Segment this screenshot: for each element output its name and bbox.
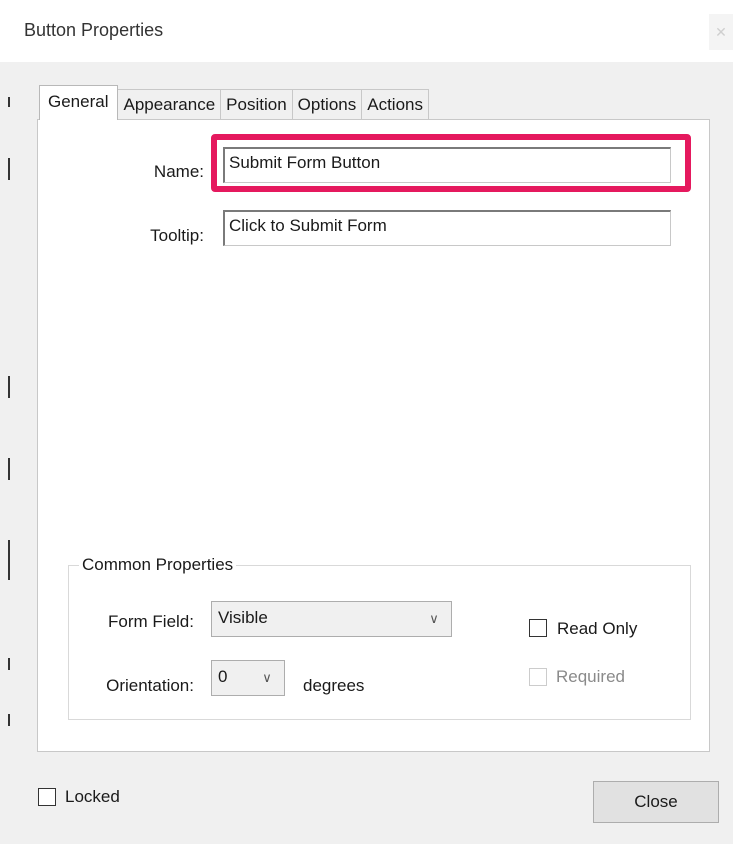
button-properties-dialog: Button Properties ✕ General Appearance P… — [0, 0, 733, 844]
general-panel: Name: Submit Form Button Tooltip: Click … — [37, 119, 710, 752]
form-field-value: Visible — [218, 608, 268, 627]
form-field-select[interactable]: Visible ∨ — [211, 601, 452, 637]
name-label: Name: — [153, 162, 204, 181]
edge-mark — [8, 158, 10, 180]
edge-mark — [8, 658, 10, 670]
tab-appearance[interactable]: Appearance — [117, 89, 222, 120]
tab-general[interactable]: General — [39, 85, 119, 120]
title-bar: Button Properties ✕ — [0, 0, 733, 62]
edge-mark — [8, 540, 10, 580]
chevron-down-icon[interactable]: ∨ — [417, 602, 451, 636]
read-only-label: Read Only — [557, 619, 638, 638]
tooltip-label: Tooltip: — [150, 226, 204, 245]
edge-mark — [8, 376, 10, 398]
tooltip-field[interactable]: Click to Submit Form — [223, 210, 671, 246]
common-properties-group: Common Properties Form Field: Visible ∨ … — [68, 555, 691, 720]
degrees-label: degrees — [303, 676, 365, 695]
required-label: Required — [556, 667, 625, 686]
read-only-checkbox[interactable] — [529, 619, 547, 637]
locked-checkbox[interactable] — [38, 788, 56, 806]
edge-mark — [8, 97, 10, 107]
tab-options[interactable]: Options — [291, 89, 363, 120]
form-field-label: Form Field: — [108, 612, 194, 631]
window-title: Button Properties — [24, 20, 164, 40]
orientation-value: 0 — [218, 667, 228, 686]
close-button[interactable]: Close — [593, 781, 719, 823]
orientation-select[interactable]: 0 ∨ — [211, 660, 285, 696]
edge-mark — [8, 458, 10, 480]
tab-position[interactable]: Position — [220, 89, 293, 120]
highlight-box — [211, 134, 691, 192]
tab-bar: General Appearance Position Options Acti… — [39, 85, 429, 120]
window-close-icon[interactable]: ✕ — [709, 14, 733, 50]
orientation-label: Orientation: — [106, 676, 194, 695]
common-properties-title: Common Properties — [79, 555, 237, 575]
required-checkbox — [529, 668, 547, 686]
edge-mark — [8, 714, 10, 726]
locked-label: Locked — [65, 787, 120, 806]
chevron-down-icon[interactable]: ∨ — [250, 661, 284, 695]
tab-actions[interactable]: Actions — [361, 89, 429, 120]
